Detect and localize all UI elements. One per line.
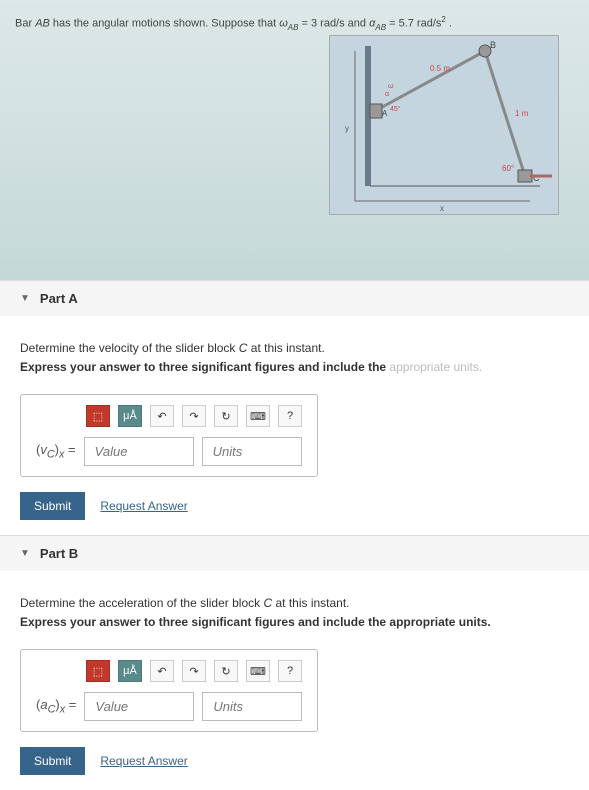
text: has the angular motions shown. Suppose t… xyxy=(50,18,279,30)
part-b-question: Determine the acceleration of the slider… xyxy=(20,596,569,610)
text: = 3 rad/s xyxy=(298,18,344,30)
y-axis-label: y xyxy=(345,124,349,133)
part-a-question: Determine the velocity of the slider blo… xyxy=(20,341,569,355)
templates-button[interactable]: ⬚ xyxy=(86,405,110,427)
variable-label: (vC)x = xyxy=(36,442,76,461)
submit-row: Submit Request Answer xyxy=(20,492,569,520)
text: . xyxy=(446,18,452,30)
part-a-answer-box: ⬚ μÅ ↶ ↷ ↻ ⌨ ? (vC)x = xyxy=(20,394,318,477)
redo-button[interactable]: ↷ xyxy=(182,405,206,427)
keyboard-button[interactable]: ⌨ xyxy=(246,660,270,682)
dim-1: 1 m xyxy=(515,109,529,118)
angle-60: 60° xyxy=(502,164,514,173)
special-chars-button[interactable]: μÅ xyxy=(118,405,142,427)
reset-button[interactable]: ↻ xyxy=(214,660,238,682)
x-axis-label: x xyxy=(440,204,444,213)
text: at this instant. xyxy=(247,341,324,355)
input-row: (vC)x = xyxy=(36,437,302,466)
text: Bar xyxy=(15,18,35,30)
special-chars-button[interactable]: μÅ xyxy=(118,660,142,682)
text: Express your answer to three significant… xyxy=(20,360,389,374)
dim-05: 0.5 m xyxy=(430,64,450,73)
part-a-title: Part A xyxy=(40,291,78,306)
part-b-answer-box: ⬚ μÅ ↶ ↷ ↻ ⌨ ? (aC)x = xyxy=(20,649,318,732)
omega-label: ω xyxy=(388,83,394,90)
diagram: x y B C A 0.5 m 1 m 45° 60° ω α xyxy=(329,35,559,215)
part-b-header[interactable]: ▼ Part B xyxy=(0,535,589,571)
bar-name: AB xyxy=(35,18,50,30)
text: at this instant. xyxy=(272,596,349,610)
part-a-section: Determine the velocity of the slider blo… xyxy=(0,316,589,535)
submit-button[interactable]: Submit xyxy=(20,747,85,775)
part-a-instruction: Express your answer to three significant… xyxy=(20,360,569,374)
text: = 5.7 rad/s xyxy=(386,18,441,30)
toolbar: ⬚ μÅ ↶ ↷ ↻ ⌨ ? xyxy=(86,660,302,682)
input-row: (aC)x = xyxy=(36,692,302,721)
redo-button[interactable]: ↷ xyxy=(182,660,206,682)
text: Determine the acceleration of the slider… xyxy=(20,596,263,610)
value-input[interactable] xyxy=(84,437,194,466)
submit-button[interactable]: Submit xyxy=(20,492,85,520)
part-b-instruction: Express your answer to three significant… xyxy=(20,615,569,629)
omega: ω xyxy=(279,18,288,30)
chevron-down-icon: ▼ xyxy=(20,548,30,559)
var: C xyxy=(263,596,272,610)
point-b: B xyxy=(490,40,496,50)
toolbar: ⬚ μÅ ↶ ↷ ↻ ⌨ ? xyxy=(86,405,302,427)
part-a-header[interactable]: ▼ Part A xyxy=(0,280,589,316)
help-button[interactable]: ? xyxy=(278,405,302,427)
keyboard-button[interactable]: ⌨ xyxy=(246,405,270,427)
part-b-title: Part B xyxy=(40,546,78,561)
request-answer-link[interactable]: Request Answer xyxy=(100,754,187,768)
sub: AB xyxy=(375,23,386,32)
text: Determine the velocity of the slider blo… xyxy=(20,341,239,355)
undo-button[interactable]: ↶ xyxy=(150,405,174,427)
request-answer-link[interactable]: Request Answer xyxy=(100,499,187,513)
help-button[interactable]: ? xyxy=(278,660,302,682)
value-input[interactable] xyxy=(84,692,194,721)
text: and xyxy=(345,18,369,30)
part-b-section: Determine the acceleration of the slider… xyxy=(0,571,589,790)
chevron-down-icon: ▼ xyxy=(20,293,30,304)
undo-button[interactable]: ↶ xyxy=(150,660,174,682)
templates-button[interactable]: ⬚ xyxy=(86,660,110,682)
submit-row: Submit Request Answer xyxy=(20,747,569,775)
problem-statement: Bar AB has the angular motions shown. Su… xyxy=(15,15,574,32)
angle-45: 45° xyxy=(390,105,401,113)
reset-button[interactable]: ↻ xyxy=(214,405,238,427)
units-input[interactable] xyxy=(202,692,302,721)
faded-text: appropriate units. xyxy=(389,360,482,374)
point-a: A xyxy=(382,109,388,118)
units-input[interactable] xyxy=(202,437,302,466)
alpha-label: α xyxy=(385,91,389,98)
problem-panel: Bar AB has the angular motions shown. Su… xyxy=(0,0,589,280)
sub: AB xyxy=(288,23,299,32)
